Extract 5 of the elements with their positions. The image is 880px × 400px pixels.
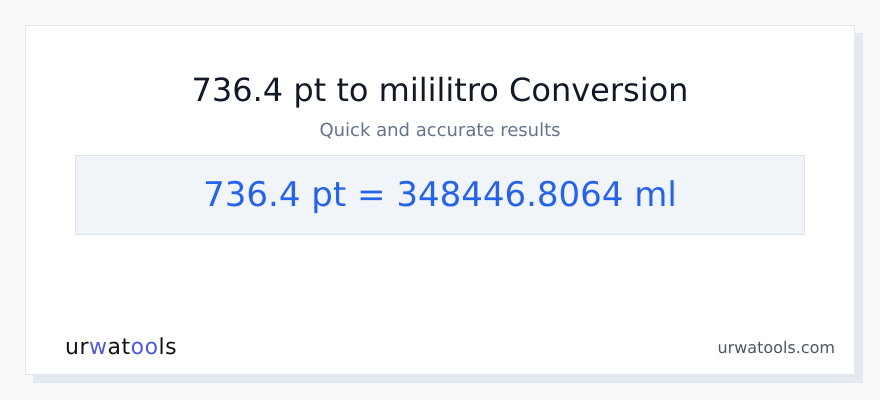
subtitle: Quick and accurate results — [319, 120, 561, 141]
result-text: 736.4 pt = 348446.8064 ml — [203, 175, 677, 215]
logo: urwatools — [65, 335, 178, 360]
page-title: 736.4 pt to mililitro Conversion — [192, 70, 688, 110]
site-url: urwatools.com — [718, 338, 835, 357]
